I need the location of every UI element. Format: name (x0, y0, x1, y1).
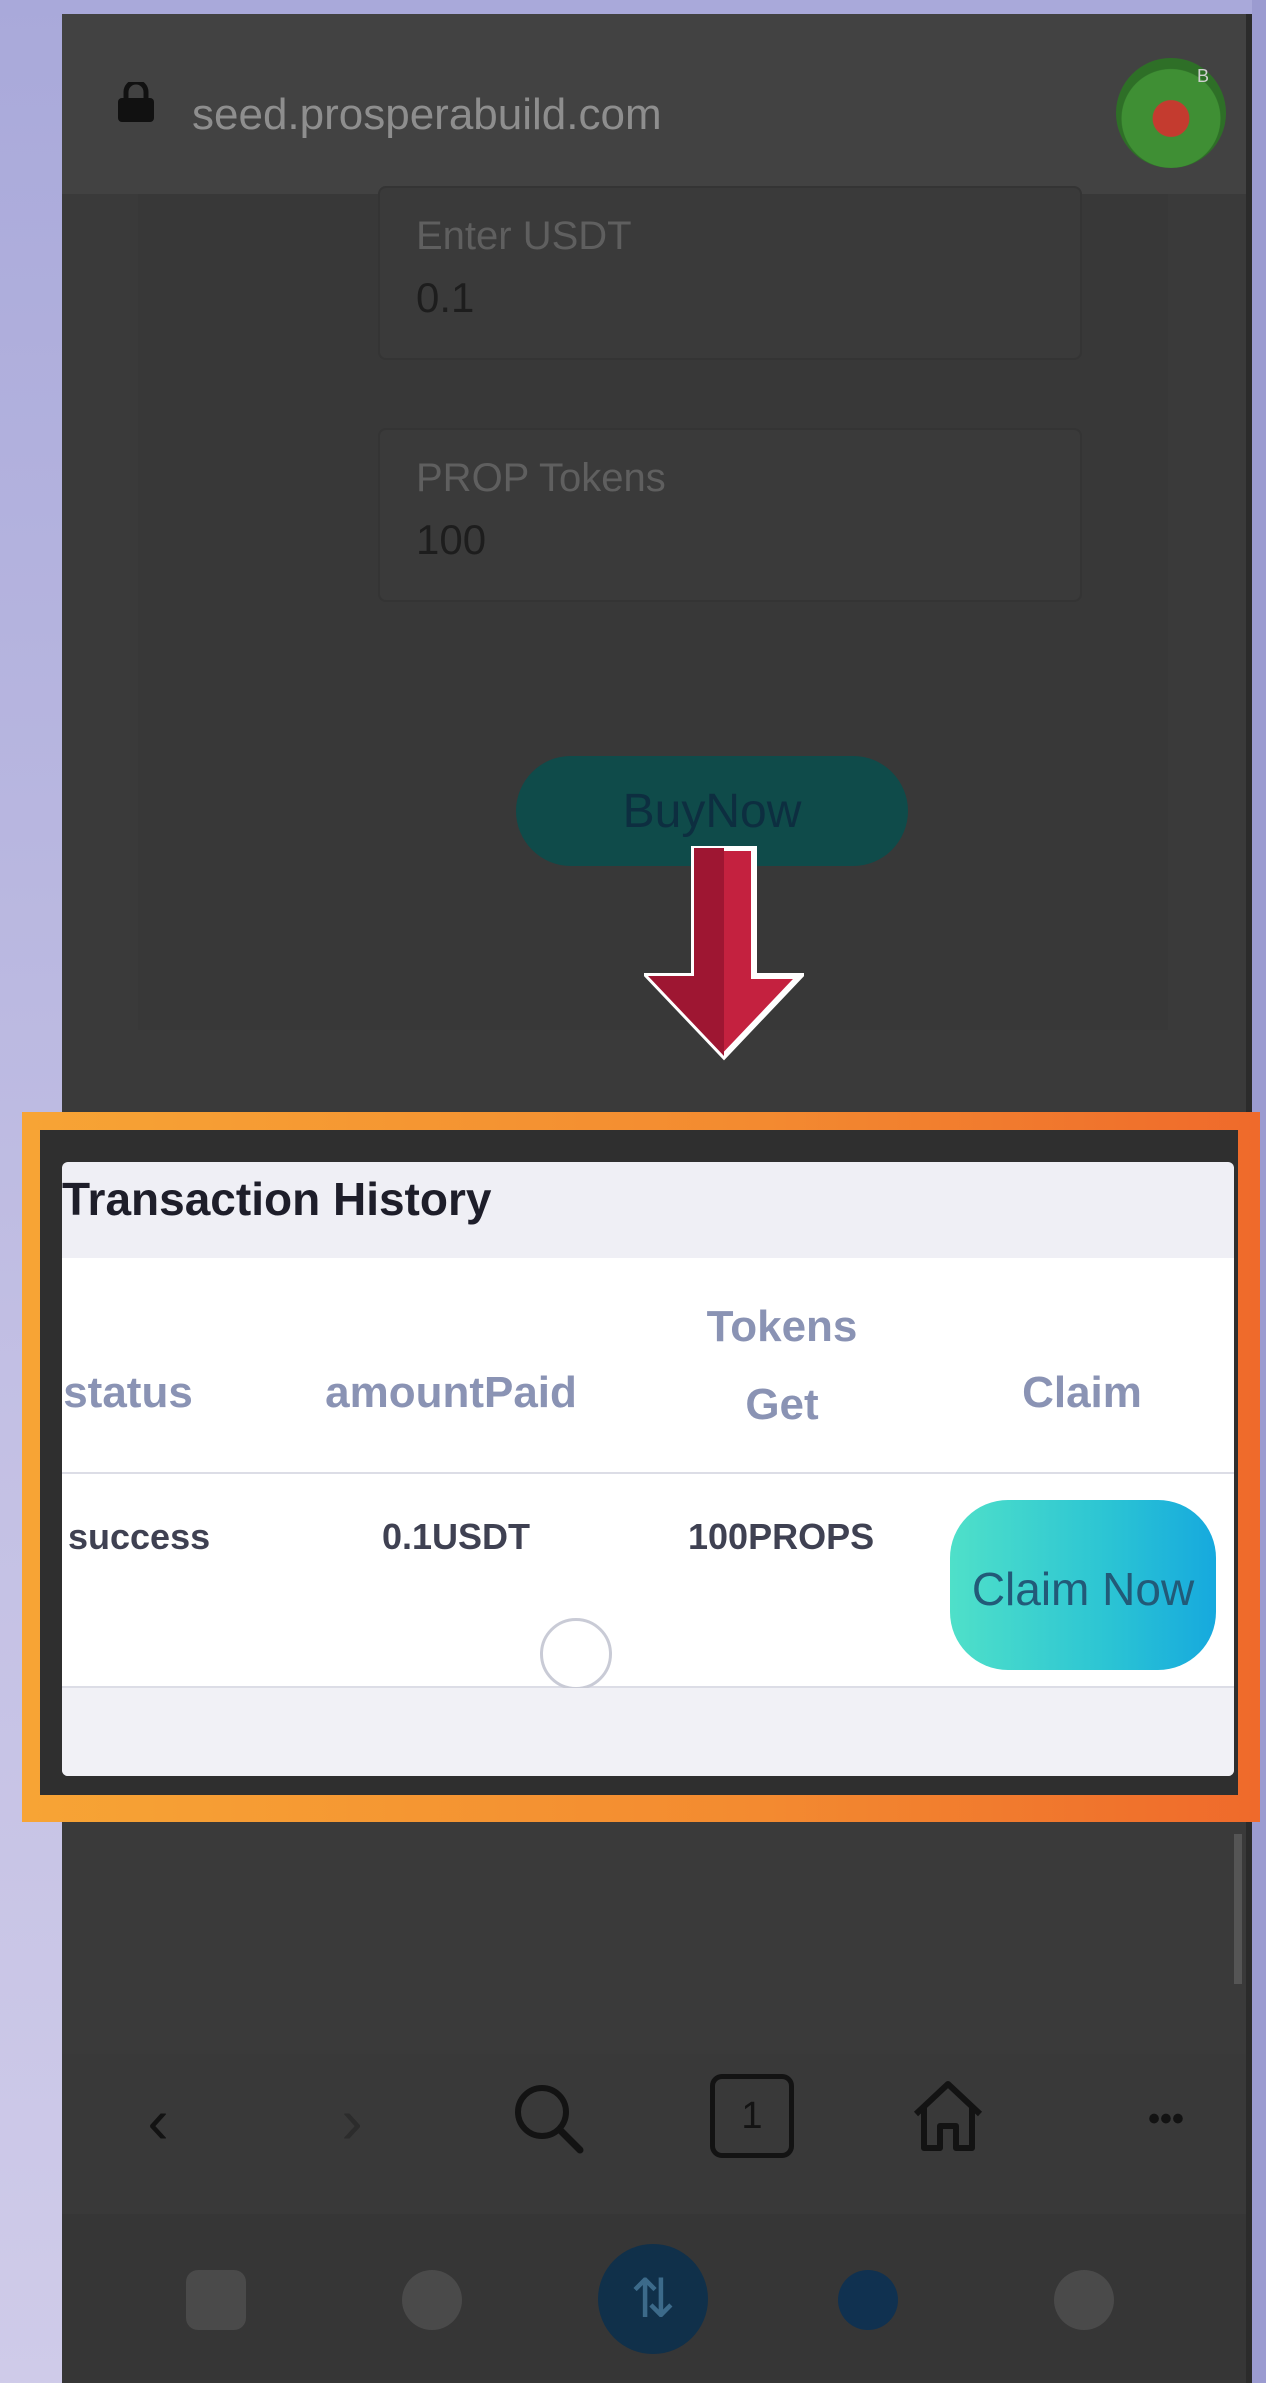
column-header-tokens-get: Tokens Get (706, 1302, 858, 1429)
home-icon[interactable] (908, 2076, 988, 2156)
transaction-history-panel: Transaction History status amountPaid To… (62, 1162, 1234, 1776)
avatar-badge: B (1197, 66, 1210, 86)
wallet-icon[interactable] (186, 2270, 246, 2330)
prop-field-value[interactable]: 100 (416, 516, 486, 564)
loading-spinner (540, 1618, 612, 1690)
prop-field-label: PROP Tokens (416, 456, 666, 500)
forward-button[interactable]: › (302, 2084, 402, 2158)
usdt-field-value[interactable]: 0.1 (416, 274, 474, 322)
column-header-amount-paid: amountPaid (325, 1368, 577, 1417)
status-cell: success (68, 1516, 211, 1557)
lock-icon (118, 82, 154, 122)
prop-tokens-field[interactable]: PROP Tokens 100 (378, 428, 1082, 602)
back-button[interactable]: ‹ (108, 2084, 208, 2158)
discover-icon[interactable] (838, 2270, 898, 2330)
usdt-field-label: Enter USDT (416, 214, 632, 258)
browser-url-bar[interactable]: seed.prosperabuild.com B (62, 14, 1246, 194)
tokens-cell: 100PROPS (688, 1516, 875, 1557)
amount-paid-cell: 0.1USDT (382, 1516, 531, 1557)
header-divider (62, 1472, 1234, 1474)
swap-icon[interactable]: ⇅ (598, 2244, 708, 2354)
down-arrow-icon (644, 846, 804, 1061)
url-text[interactable]: seed.prosperabuild.com (192, 90, 662, 140)
settings-icon[interactable] (1054, 2270, 1114, 2330)
transaction-history-title: Transaction History (62, 1173, 492, 1225)
column-header-status: status (63, 1368, 193, 1417)
avatar[interactable] (1116, 58, 1226, 168)
browser-nav-bar (62, 2054, 1246, 2214)
column-header-claim: Claim (1022, 1368, 1142, 1417)
tab-count-button[interactable]: 1 (710, 2074, 794, 2158)
more-menu-button[interactable]: ••• (1116, 2100, 1216, 2139)
history-icon[interactable] (402, 2270, 462, 2330)
usdt-field[interactable]: Enter USDT 0.1 (378, 186, 1082, 360)
search-icon[interactable] (510, 2080, 586, 2156)
scrollbar[interactable] (1234, 1834, 1242, 1984)
panel-footer (62, 1688, 1234, 1776)
claim-now-button[interactable]: Claim Now (950, 1500, 1216, 1670)
